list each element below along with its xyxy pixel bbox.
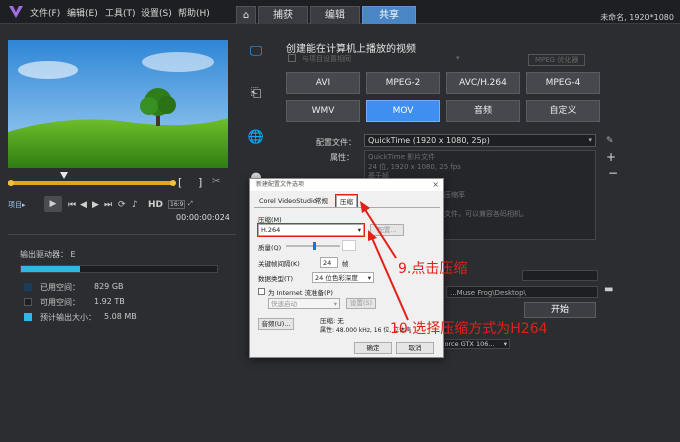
annotation-step10: 10.选择压缩方式为H264 [390, 321, 548, 337]
annotation-arrows [360, 201, 409, 321]
annotation-step9: 9.点击压缩 [398, 261, 468, 277]
arrow-head-step10 [368, 230, 377, 241]
